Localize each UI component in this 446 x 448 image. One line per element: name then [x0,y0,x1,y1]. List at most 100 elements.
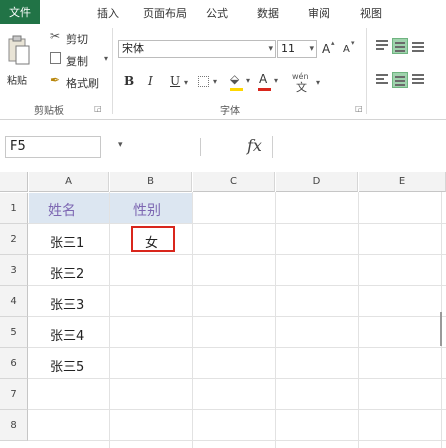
chevron-down-icon[interactable]: ▾ [118,140,123,150]
gridline [28,440,446,441]
name-box[interactable]: F5 [5,136,101,158]
chevron-down-icon: ▾ [104,54,109,63]
font-color-bar [258,88,271,91]
group-divider [366,28,367,114]
phonetic-button[interactable]: wén 文 ▾ [292,72,332,94]
gridline [28,223,446,224]
underline-button[interactable]: U [170,74,180,88]
align-left-button[interactable] [374,72,390,88]
col-header-e[interactable]: E [359,172,446,192]
ribbon-tab-bar: 文件 开始 插入 页面布局 公式 数据 审阅 视图 [0,0,446,48]
copy-button[interactable]: 复制 ▾ [50,52,112,68]
cell-a2[interactable]: 张三1 [50,232,84,251]
bold-button[interactable]: B [124,74,134,88]
tab-view[interactable]: 视图 [360,5,382,21]
align-right-button[interactable] [410,72,426,88]
row-header-6[interactable]: 6 [0,348,28,379]
chevron-down-icon: ▾ [246,76,251,85]
gridline [28,347,446,348]
borders-icon [198,76,209,87]
chevron-down-icon: ▾ [316,78,321,87]
caret-down-icon: ▾ [351,39,355,47]
format-painter-button[interactable]: ✒ 格式刷 [50,73,110,90]
copy-icon [50,52,61,64]
font-launcher-icon[interactable]: ◲ [355,104,363,113]
tab-insert[interactable]: 插入 [97,5,119,21]
cut-button[interactable]: ✂ 剪切 [50,29,100,46]
cell-a5[interactable]: 张三4 [50,325,84,344]
scissors-icon: ✂ [50,29,61,43]
chevron-down-icon: ▾ [274,76,279,85]
paste-label: 粘贴 [7,76,27,87]
font-color-button[interactable]: A ▾ [258,72,284,92]
worksheet-grid[interactable]: A B C D E 1 2 3 4 5 6 7 8 姓名 性别 张三1 女 张三… [0,172,446,448]
row-header-7[interactable]: 7 [0,379,28,410]
row-header-5[interactable]: 5 [0,317,28,348]
align-center-button[interactable] [392,72,408,88]
gridline [28,409,446,410]
tab-formulas[interactable]: 公式 [206,5,228,21]
insert-function-button[interactable]: fx [247,136,262,155]
caret-up-icon: ▴ [331,39,335,47]
paste-icon [8,35,30,65]
fill-color-button[interactable]: ⬙ ▾ [230,72,256,92]
chevron-down-icon: ▾ [268,44,273,54]
cell-a4[interactable]: 张三3 [50,294,84,313]
col-header-a[interactable]: A [29,172,109,192]
chevron-down-icon: ▾ [213,77,218,86]
borders-button[interactable]: ▾ [198,74,224,90]
formula-input[interactable] [272,136,446,158]
cell-a6[interactable]: 张三5 [50,356,84,375]
increase-font-button[interactable]: A [322,42,330,56]
paste-button[interactable]: 粘贴 [4,30,34,96]
row-header-1[interactable]: 1 [0,193,28,224]
formula-bar-divider [200,138,201,156]
select-all-corner[interactable] [0,172,28,192]
align-middle-button[interactable] [392,38,408,54]
tab-file[interactable]: 文件 [0,0,40,24]
row-header-8[interactable]: 8 [0,410,28,441]
cell-a3[interactable]: 张三2 [50,263,84,282]
row-header-2[interactable]: 2 [0,224,28,255]
col-header-c[interactable]: C [193,172,275,192]
font-size-select[interactable]: 11 ▾ [277,40,317,58]
align-top-button[interactable] [374,38,390,54]
formula-bar: F5 ▾ fx [0,128,446,164]
decrease-font-button[interactable]: A [343,44,350,55]
cut-label: 剪切 [66,33,88,46]
tab-page-layout[interactable]: 页面布局 [143,5,187,21]
paintbrush-icon: ✒ [50,73,61,87]
gridline [28,254,446,255]
cell-b2-highlight-box[interactable]: 女 [131,226,175,252]
font-name-value: 宋体 [122,42,144,55]
phonetic-icon: 文 [296,81,307,94]
col-header-d[interactable]: D [276,172,358,192]
fill-color-bar [230,88,243,91]
clipboard-group-label: 剪贴板 [34,106,64,117]
gridline [28,378,446,379]
italic-button[interactable]: I [148,74,153,88]
tab-review[interactable]: 审阅 [308,5,330,21]
row-header-3[interactable]: 3 [0,255,28,286]
format-painter-label: 格式刷 [66,77,99,90]
cell-b2: 女 [145,236,159,251]
align-bottom-button[interactable] [410,38,426,54]
copy-label: 复制 [66,55,88,68]
paint-bucket-icon: ⬙ [230,72,240,86]
tab-data[interactable]: 数据 [257,5,279,21]
cell-a1[interactable]: 姓名 [48,200,76,220]
active-cell-f5-edge[interactable] [440,312,442,346]
chevron-down-icon: ▾ [309,44,314,54]
gridline [28,316,446,317]
font-color-label: A [259,72,268,86]
gridline [28,285,446,286]
chevron-down-icon: ▾ [184,78,189,87]
ribbon: 粘贴 ✂ 剪切 复制 ▾ ✒ 格式刷 剪贴板 ◲ 宋体 ▾ 11 ▾ A ▴ A… [0,24,446,120]
col-header-b[interactable]: B [110,172,192,192]
cell-b1[interactable]: 性别 [133,200,161,220]
clipboard-launcher-icon[interactable]: ◲ [94,104,102,113]
font-group-label: 字体 [220,106,240,117]
row-header-4[interactable]: 4 [0,286,28,317]
font-size-value: 11 [281,42,295,55]
font-name-select[interactable]: 宋体 ▾ [118,40,276,58]
